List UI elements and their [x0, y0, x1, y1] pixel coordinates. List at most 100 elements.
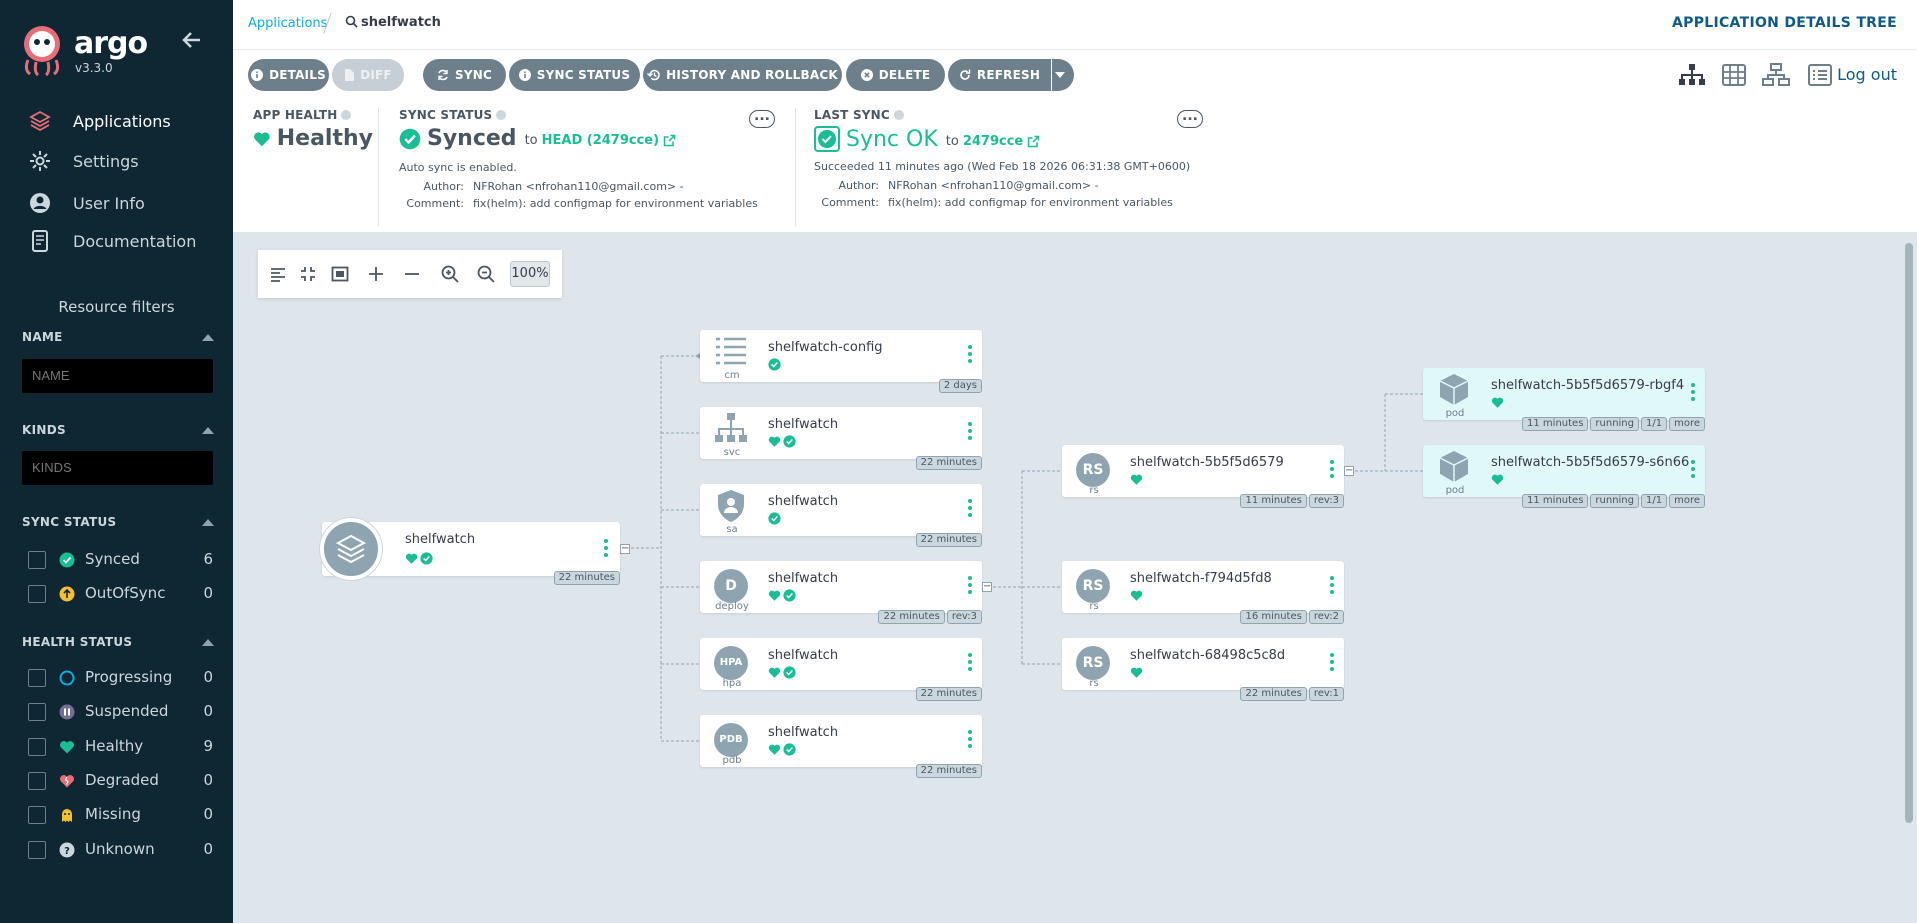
- replicaset-node[interactable]: RS rs shelfwatch-f794d5fd8 16 minutes rev…: [1062, 561, 1344, 624]
- nav-label: Documentation: [73, 231, 197, 251]
- user-icon: [30, 193, 50, 213]
- external-link-icon[interactable]: [1027, 135, 1040, 148]
- collapse-toggle[interactable]: −: [620, 544, 630, 554]
- kinds-filter-input[interactable]: [22, 451, 213, 485]
- scrollbar[interactable]: [1905, 243, 1913, 823]
- nav-documentation[interactable]: Documentation: [0, 223, 233, 259]
- resource-node-service[interactable]: svc shelfwatch 22 minutes: [700, 407, 982, 470]
- node-menu-button[interactable]: [1330, 460, 1334, 478]
- refresh-dropdown-button[interactable]: [1052, 59, 1074, 91]
- filter-outofsync[interactable]: OutOfSync 0: [28, 584, 213, 604]
- pod-node[interactable]: pod shelfwatch-5b5f5d6579-rbgf4 11 minut…: [1423, 368, 1705, 431]
- replicaset-node[interactable]: RS rs shelfwatch-5b5f5d6579 11 minutes re…: [1062, 445, 1354, 508]
- sync-more-button[interactable]: ...: [749, 109, 775, 128]
- filter-missing[interactable]: Missing 0: [28, 805, 213, 825]
- node-menu-button[interactable]: [968, 345, 972, 363]
- help-icon[interactable]: [893, 110, 904, 120]
- breadcrumb-applications[interactable]: Applications: [248, 16, 327, 31]
- collapse-toggle[interactable]: −: [982, 582, 992, 592]
- last-sync-panel: LAST SYNC Sync OK to 2479cce Succeeded 1…: [814, 108, 1214, 226]
- logout-link[interactable]: Log out: [1837, 65, 1897, 84]
- name-filter-input[interactable]: [22, 359, 213, 393]
- zoom-level[interactable]: 100%: [510, 261, 550, 287]
- list-view-icon[interactable]: [1806, 63, 1834, 87]
- collapse-toggle[interactable]: −: [1344, 466, 1354, 476]
- help-icon[interactable]: [496, 110, 507, 120]
- pods-view-icon[interactable]: [1720, 63, 1748, 87]
- filter-progressing[interactable]: Progressing 0: [28, 668, 213, 688]
- details-button[interactable]: DETAILS: [248, 59, 329, 91]
- nav-settings[interactable]: Settings: [0, 143, 233, 179]
- revision-link[interactable]: 2479cce: [963, 134, 1023, 149]
- checkbox[interactable]: [28, 585, 46, 603]
- network-view-icon[interactable]: [1762, 63, 1790, 87]
- node-menu-button[interactable]: [604, 539, 608, 557]
- node-menu-button[interactable]: [1691, 460, 1695, 478]
- filter-label: KINDS: [22, 423, 66, 437]
- node-menu-button[interactable]: [1691, 383, 1695, 401]
- more-tag[interactable]: more: [1669, 494, 1705, 508]
- diff-button[interactable]: DIFF: [332, 59, 404, 91]
- more-tag[interactable]: more: [1669, 417, 1705, 431]
- collapse-all-icon[interactable]: [402, 264, 422, 284]
- service-icon: [715, 413, 747, 442]
- resource-kind: cm: [724, 370, 740, 381]
- sync-status-filter-header[interactable]: SYNC STATUS: [22, 515, 214, 529]
- resource-node-hpa[interactable]: HPA hpa shelfwatch 22 minutes: [700, 638, 982, 701]
- node-menu-button[interactable]: [968, 730, 972, 748]
- history-rollback-button[interactable]: HISTORY AND ROLLBACK: [643, 59, 842, 91]
- nav-user-info[interactable]: User Info: [0, 185, 233, 221]
- kinds-filter-header[interactable]: KINDS: [22, 423, 214, 437]
- nav-applications[interactable]: Applications: [0, 103, 233, 139]
- checkbox[interactable]: [28, 841, 46, 859]
- sync-status-value: Synced to HEAD (2479cce): [399, 126, 799, 151]
- last-sync-more-button[interactable]: ...: [1177, 109, 1203, 128]
- node-menu-button[interactable]: [1330, 653, 1334, 671]
- external-link-icon[interactable]: [663, 134, 676, 147]
- checkbox[interactable]: [28, 703, 46, 721]
- compact-icon[interactable]: [298, 264, 318, 284]
- zoom-in-icon[interactable]: [440, 264, 460, 284]
- node-menu-button[interactable]: [968, 653, 972, 671]
- filter-suspended[interactable]: Suspended 0: [28, 702, 213, 722]
- resource-node-configmap[interactable]: cm shelfwatch-config 2 days: [700, 330, 982, 393]
- filter-healthy[interactable]: Healthy 9: [28, 737, 213, 757]
- checkbox[interactable]: [28, 551, 46, 569]
- app-node-shelfwatch[interactable]: shelfwatch 22 minutes −: [320, 518, 630, 585]
- node-menu-button[interactable]: [968, 422, 972, 440]
- revision-link[interactable]: HEAD (2479cce): [542, 133, 659, 148]
- comment-value: fix(helm): add configmap for environment…: [473, 197, 758, 210]
- help-icon[interactable]: [341, 110, 352, 120]
- replicaset-node[interactable]: RS rs shelfwatch-68498c5c8d 22 minutes re…: [1062, 638, 1344, 701]
- zoom-out-icon[interactable]: [476, 264, 496, 284]
- sync-status-button[interactable]: SYNC STATUS: [509, 59, 640, 91]
- checkbox[interactable]: [28, 669, 46, 687]
- filter-degraded[interactable]: Degraded 0: [28, 771, 213, 791]
- align-left-icon[interactable]: [268, 264, 288, 284]
- checkbox[interactable]: [28, 738, 46, 756]
- filter-label: Synced: [85, 550, 140, 568]
- resource-name: shelfwatch-5b5f5d6579: [1130, 455, 1284, 470]
- health-status-filter-header[interactable]: HEALTH STATUS: [22, 635, 214, 649]
- resource-tags: 11 minutes rev:3: [1240, 494, 1344, 508]
- checkbox[interactable]: [28, 806, 46, 824]
- collapse-sidebar-icon[interactable]: [180, 28, 204, 52]
- delete-button[interactable]: DELETE: [846, 59, 945, 91]
- resource-node-serviceaccount[interactable]: sa shelfwatch 22 minutes: [700, 484, 982, 547]
- filter-synced[interactable]: Synced 6: [28, 550, 213, 570]
- refresh-button[interactable]: REFRESH: [948, 59, 1051, 91]
- sync-button[interactable]: SYNC: [423, 59, 506, 91]
- pod-node[interactable]: pod shelfwatch-5b5f5d6579-s6n66 11 minut…: [1423, 445, 1705, 508]
- filter-unknown[interactable]: ? Unknown 0: [28, 840, 213, 860]
- fit-screen-icon[interactable]: [330, 264, 350, 284]
- name-filter-header[interactable]: NAME: [22, 330, 214, 344]
- gear-icon: [30, 151, 50, 171]
- node-menu-button[interactable]: [968, 499, 972, 517]
- resource-node-pdb[interactable]: PDB pdb shelfwatch 22 minutes: [700, 715, 982, 778]
- resource-node-deployment[interactable]: D deploy shelfwatch 22 minutes rev:3 −: [700, 561, 992, 624]
- tree-view-icon[interactable]: [1678, 63, 1706, 87]
- node-menu-button[interactable]: [1330, 576, 1334, 594]
- expand-all-icon[interactable]: [366, 264, 386, 284]
- node-menu-button[interactable]: [968, 576, 972, 594]
- checkbox[interactable]: [28, 772, 46, 790]
